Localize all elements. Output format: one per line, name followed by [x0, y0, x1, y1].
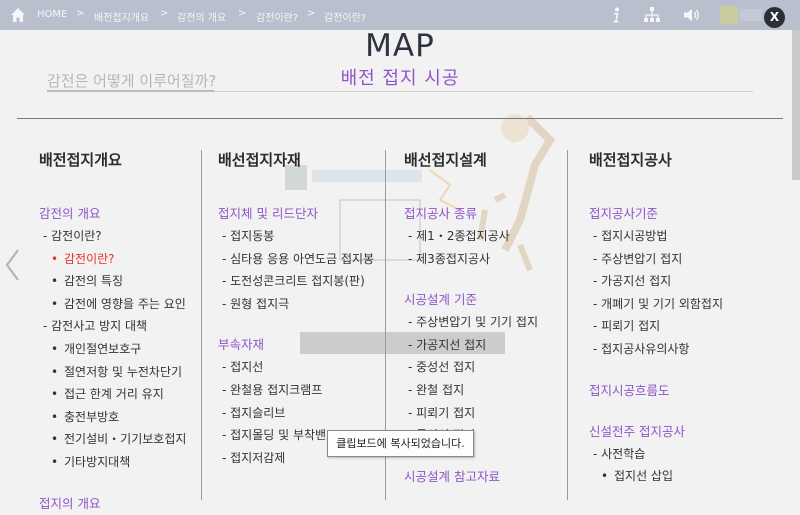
section-title[interactable]: 감전의 개요 [39, 202, 219, 225]
submenu-label: 개인절연보호구 [64, 341, 142, 356]
map-menu-item[interactable]: - 주상변압기 접지 [589, 248, 769, 271]
clipboard-toast: 클립보드에 복사되었습니다. [327, 430, 474, 457]
column-header[interactable]: 배전접지개요 [39, 150, 219, 174]
map-column-4: 배전접지공사 접지공사기준 - 접지시공방법 - 주상변압기 접지 - 가공지선 접지 -… [589, 150, 769, 488]
submenu-label: 전기설비・기기보호접지 [64, 432, 187, 447]
submenu-label: 절연저항 및 누전차단기 [64, 364, 183, 379]
section-title[interactable]: 부속자재 [218, 333, 398, 356]
map-menu-item[interactable]: - 접지공사유의사항 [589, 338, 769, 361]
volume-icon[interactable] [682, 5, 702, 25]
map-menu-item[interactable]: - 감전사고 방지 대책 [39, 315, 219, 338]
bullet-icon: • [51, 274, 59, 289]
map-menu-item[interactable]: - 접지선 [218, 356, 398, 379]
sitemap-icon[interactable] [642, 5, 662, 25]
map-menu-item[interactable]: - 접지시공방법 [589, 225, 769, 248]
section-title[interactable]: 접지체 및 리드단자 [218, 202, 398, 225]
map-menu-item[interactable]: - 피뢰기 접지 [404, 402, 584, 425]
breadcrumb-item-3[interactable]: 감전이란? [256, 9, 298, 24]
breadcrumb-separator: > [160, 8, 169, 19]
submenu-label: 접지선 삽입 [614, 469, 674, 484]
section-title[interactable]: 시공설계 참고자료 [404, 465, 584, 488]
breadcrumb-home[interactable]: HOME [37, 9, 67, 20]
map-menu-item[interactable]: - 완철 접지 [404, 379, 584, 402]
bullet-icon: • [51, 454, 59, 469]
map-menu-item[interactable]: - 가공지선 접지 [589, 270, 769, 293]
submenu-label: 감전의 특징 [64, 274, 124, 289]
submenu-label: 충전부방호 [64, 409, 120, 424]
breadcrumb-item-2[interactable]: 감전의 개요 [177, 9, 226, 24]
map-menu-item[interactable]: - 감전이란? [39, 225, 219, 248]
map-menu-item[interactable]: - 주상변압기 및 기기 접지 [404, 311, 584, 334]
section-title[interactable]: 신설전주 접지공사 [589, 420, 769, 443]
breadcrumb-item-1[interactable]: 배전접지개요 [94, 9, 149, 24]
map-menu-item[interactable]: - 제1・2종접지공사 [404, 225, 584, 248]
section-title[interactable]: 접지시공흐름도 [589, 379, 769, 402]
map-submenu-item-active[interactable]: • 감전이란? [39, 248, 219, 271]
map-menu-item[interactable]: - 가공지선 접지 [404, 334, 584, 357]
submenu-label: 기타방지대책 [64, 454, 131, 469]
map-menu-item[interactable]: - 개폐기 및 기기 외함접지 [589, 293, 769, 316]
bullet-icon: • [51, 364, 59, 379]
map-submenu-item[interactable]: • 개인절연보호구 [39, 338, 219, 361]
bookmark-icon[interactable] [720, 6, 738, 24]
submenu-label: 감전에 영향을 주는 요인 [64, 296, 186, 311]
bullet-icon: • [601, 469, 609, 484]
map-submenu-item[interactable]: • 기타방지대책 [39, 451, 219, 474]
home-icon[interactable] [8, 5, 28, 25]
map-column-2: 배선접지자재 접지체 및 리드단자 - 접지동봉 - 심타용 응용 아연도금 접지봉 -… [218, 150, 398, 469]
map-submenu-item[interactable]: • 감전에 영향을 주는 요인 [39, 293, 219, 316]
map-submenu-item[interactable]: • 접근 한계 거리 유지 [39, 383, 219, 406]
section-title[interactable]: 접지공사 종류 [404, 202, 584, 225]
column-header[interactable]: 배전접지공사 [589, 150, 769, 174]
map-submenu-item[interactable]: • 충전부방호 [39, 406, 219, 429]
map-menu-item[interactable]: - 원형 접지극 [218, 293, 398, 316]
background-underline-highlight [47, 90, 214, 92]
map-menu-item[interactable]: - 중성선 접지 [404, 356, 584, 379]
map-title: MAP [365, 28, 435, 64]
map-submenu-item[interactable]: • 절연저항 및 누전차단기 [39, 361, 219, 384]
submenu-label: 접근 한계 거리 유지 [64, 387, 164, 402]
top-navigation-bar: HOME > 배전접지개요 > 감전의 개요 > 감전이란? > 감전이란? [0, 0, 800, 30]
map-submenu-item[interactable]: • 감전의 특징 [39, 270, 219, 293]
map-menu-item[interactable]: - 피뢰기 접지 [589, 315, 769, 338]
submenu-label: 감전이란? [64, 251, 115, 266]
info-icon[interactable] [606, 5, 626, 25]
map-submenu-item[interactable]: • 접지선 삽입 [589, 465, 769, 488]
map-divider [17, 118, 783, 119]
column-header[interactable]: 배선접지자재 [218, 150, 398, 174]
map-submenu-item[interactable]: • 전기설비・기기보호접지 [39, 428, 219, 451]
map-menu-item[interactable]: - 접지동봉 [218, 225, 398, 248]
map-menu-item[interactable]: - 사전학습 [589, 443, 769, 466]
map-menu-item[interactable]: - 완철용 접지크램프 [218, 379, 398, 402]
column-header[interactable]: 배선접지설계 [404, 150, 584, 174]
breadcrumb-item-4[interactable]: 감전이란? [324, 9, 366, 24]
map-menu-item[interactable]: - 제3종접지공사 [404, 248, 584, 271]
close-button[interactable]: X [764, 7, 785, 28]
menu-icon[interactable] [740, 9, 762, 21]
bullet-icon: • [51, 296, 59, 311]
map-menu-item[interactable]: - 심타용 응용 아연도금 접지봉 [218, 248, 398, 271]
bullet-icon: • [51, 387, 59, 402]
map-menu-item[interactable]: - 접지슬리브 [218, 402, 398, 425]
bullet-icon: • [51, 251, 59, 266]
map-column-1: 배전접지개요감전의 개요 - 감전이란? • 감전이란? • 감전의 특징 • 감전에 영향을… [39, 150, 219, 515]
prev-page-icon[interactable] [3, 248, 23, 282]
bullet-icon: • [51, 409, 59, 424]
breadcrumb-separator: > [76, 8, 85, 19]
breadcrumb-separator: > [238, 8, 247, 19]
bullet-icon: • [51, 341, 59, 356]
section-title[interactable]: 접지공사기준 [589, 202, 769, 225]
section-title[interactable]: 접지의 개요 [39, 492, 219, 515]
breadcrumb-separator: > [307, 8, 316, 19]
map-subtitle: 배전 접지 시공 [340, 68, 460, 89]
section-title[interactable]: 시공설계 기준 [404, 288, 584, 311]
map-menu-item[interactable]: - 도전성콘크리트 접지봉(판) [218, 270, 398, 293]
bullet-icon: • [51, 432, 59, 447]
